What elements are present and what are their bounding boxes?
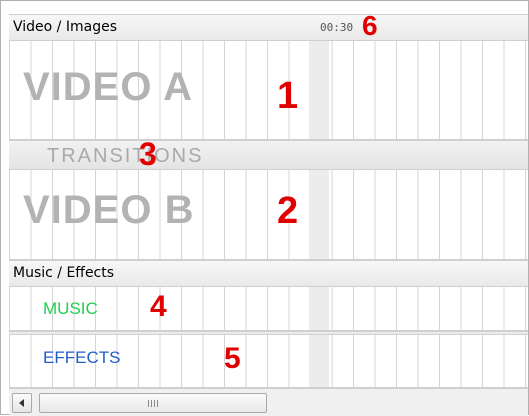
transitions-track[interactable]: TRANSITIONS 3	[9, 136, 528, 172]
music-effects-header: Music / Effects	[9, 260, 528, 287]
scroll-left-button[interactable]	[12, 393, 32, 413]
left-arrow-icon	[19, 399, 24, 407]
video-a-label: VIDEO A	[23, 65, 193, 109]
callout-3: 3	[139, 136, 157, 172]
callout-1: 1	[277, 75, 299, 117]
video-images-title: Video / Images	[13, 19, 117, 35]
transitions-label: TRANSITIONS	[47, 145, 204, 167]
scroll-thumb[interactable]	[39, 393, 267, 413]
music-track[interactable]: MUSIC 4	[9, 287, 528, 331]
video-a-track[interactable]: VIDEO A 1	[9, 41, 528, 140]
music-label: MUSIC	[43, 299, 98, 318]
callout-4: 4	[150, 290, 167, 323]
video-b-label: VIDEO B	[23, 188, 195, 232]
video-images-header: Video / Images 00:30 6	[9, 10, 528, 41]
time-marker-label: 00:30	[320, 21, 354, 34]
callout-6: 6	[362, 10, 378, 41]
video-b-track[interactable]: VIDEO B 2	[9, 170, 528, 260]
effects-label: EFFECTS	[43, 348, 121, 367]
effects-track[interactable]: EFFECTS 5	[9, 335, 528, 388]
music-effects-title: Music / Effects	[13, 265, 115, 281]
grip-icon	[148, 399, 158, 407]
timeline-panel: Video / Images 00:30 6 VIDEO A 1 TRANSIT…	[0, 0, 529, 416]
callout-5: 5	[224, 342, 241, 375]
horizontal-scrollbar[interactable]	[9, 388, 528, 416]
callout-2: 2	[277, 190, 299, 232]
